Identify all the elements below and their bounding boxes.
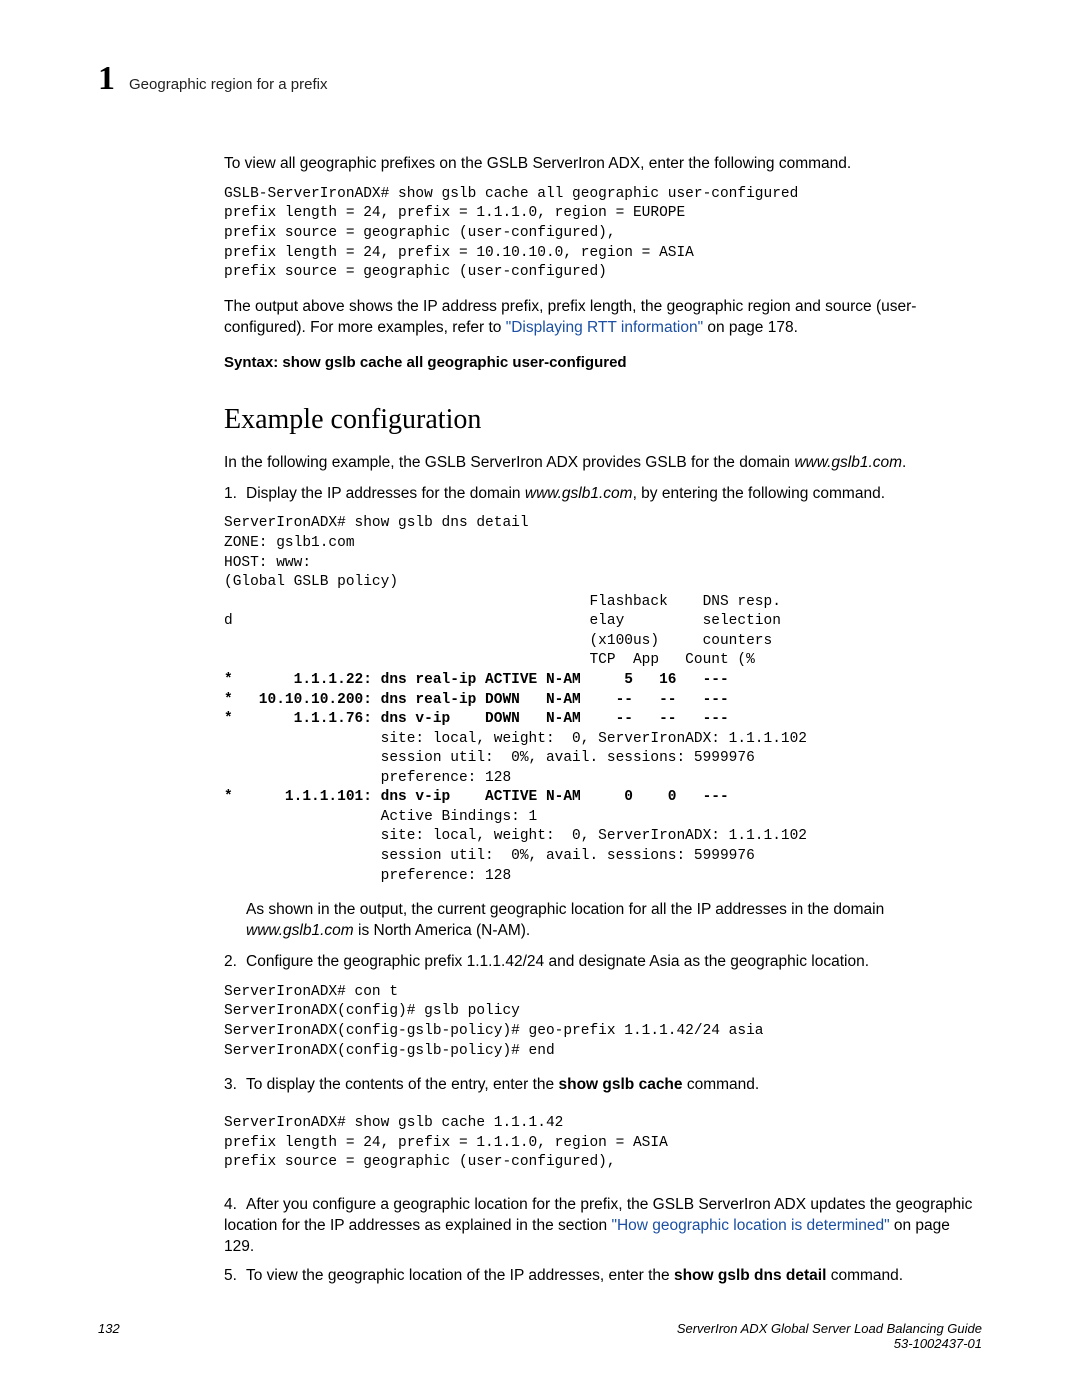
step-number: 3. <box>224 1075 246 1096</box>
doc-title: ServerIron ADX Global Server Load Balanc… <box>677 1321 982 1336</box>
text: . <box>902 454 906 471</box>
code-block-3: ServerIronADX# con t ServerIronADX(confi… <box>224 983 982 1061</box>
step-number: 1. <box>224 484 246 505</box>
text: To view the geographic location of the I… <box>246 1267 674 1284</box>
text: Display the IP addresses for the domain <box>246 485 525 502</box>
domain-name: www.gslb1.com <box>525 485 633 502</box>
text: As shown in the output, the current geog… <box>246 901 884 918</box>
text: on page 178. <box>703 319 798 336</box>
chapter-title: Geographic region for a prefix <box>129 76 327 93</box>
step-number: 2. <box>224 952 246 973</box>
output-description: The output above shows the IP address pr… <box>224 297 982 339</box>
step-2: 2.Configure the geographic prefix 1.1.1.… <box>224 952 982 973</box>
text: To display the contents of the entry, en… <box>246 1076 558 1093</box>
text: Configure the geographic prefix 1.1.1.42… <box>246 953 869 970</box>
link-geo-location[interactable]: "How geographic location is determined" <box>611 1217 889 1234</box>
step-1: 1.Display the IP addresses for the domai… <box>224 484 982 505</box>
syntax-line: Syntax: show gslb cache all geographic u… <box>224 353 982 373</box>
chapter-number: 1 <box>98 60 115 98</box>
example-intro: In the following example, the GSLB Serve… <box>224 453 982 474</box>
section-heading: Example configuration <box>224 401 982 439</box>
link-rtt-info[interactable]: "Displaying RTT information" <box>506 319 703 336</box>
step-number: 4. <box>224 1195 246 1216</box>
step-4: 4.After you configure a geographic locat… <box>224 1195 982 1258</box>
domain-name: www.gslb1.com <box>246 922 354 939</box>
step-number: 5. <box>224 1266 246 1287</box>
code-block-4: ServerIronADX# show gslb cache 1.1.1.42 … <box>224 1114 982 1173</box>
command-name: show gslb cache <box>558 1076 682 1093</box>
text: command. <box>826 1267 903 1284</box>
code-block-2: ServerIronADX# show gslb dns detail ZONE… <box>224 514 982 886</box>
page-number: 132 <box>98 1321 120 1351</box>
domain-name: www.gslb1.com <box>794 454 902 471</box>
text: , by entering the following command. <box>633 485 885 502</box>
command-name: show gslb dns detail <box>674 1267 826 1284</box>
doc-id: 53-1002437-01 <box>677 1336 982 1351</box>
output-note: As shown in the output, the current geog… <box>246 900 982 942</box>
text: command. <box>683 1076 760 1093</box>
text: In the following example, the GSLB Serve… <box>224 454 794 471</box>
code-block-1: GSLB-ServerIronADX# show gslb cache all … <box>224 185 982 283</box>
step-3: 3.To display the contents of the entry, … <box>224 1075 982 1096</box>
page-header: 1 Geographic region for a prefix <box>98 60 982 98</box>
step-5: 5.To view the geographic location of the… <box>224 1266 982 1287</box>
page-footer: 132 ServerIron ADX Global Server Load Ba… <box>98 1321 982 1351</box>
intro-paragraph: To view all geographic prefixes on the G… <box>224 154 982 175</box>
text: is North America (N-AM). <box>354 922 531 939</box>
